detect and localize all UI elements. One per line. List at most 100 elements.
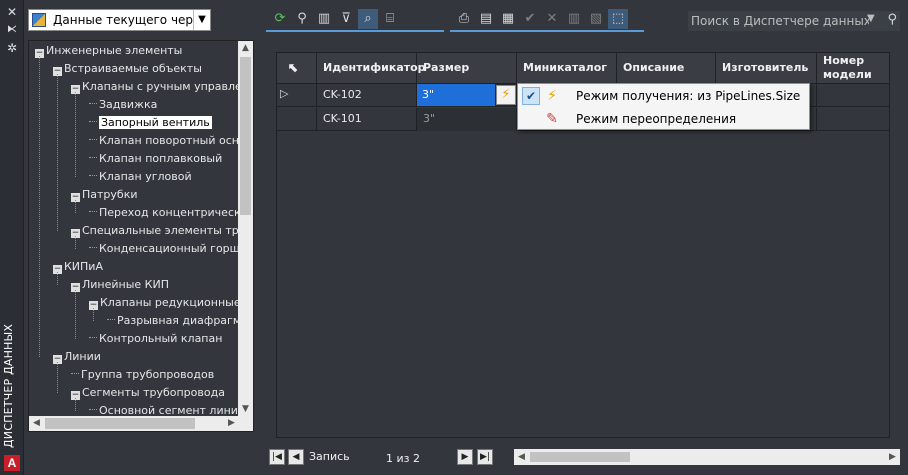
tree-connector xyxy=(89,121,97,122)
tree-item[interactable]: − Линейные КИП xyxy=(71,276,169,294)
column-chooser-icon[interactable]: ▥ xyxy=(314,9,334,29)
accept-all-icon[interactable]: ▥ xyxy=(564,9,584,29)
tree-horizontal-scrollbar[interactable]: ◀ ▶ xyxy=(29,416,239,431)
tree-item[interactable]: − Инженерные элементы xyxy=(35,42,182,60)
tree-item[interactable]: Клапан поплавковый xyxy=(89,150,222,168)
select-all-icon[interactable]: ⬉ xyxy=(277,53,317,84)
search-icon[interactable]: ⌕ xyxy=(358,9,378,29)
tree-item[interactable]: Разрывная диафрагма xyxy=(107,312,239,330)
data-manager-search[interactable]: ▼ ⚲ xyxy=(688,11,900,31)
tree-item[interactable]: − Встраиваемые объекты xyxy=(53,60,202,78)
highlight-icon[interactable]: ⌸ xyxy=(380,9,400,29)
cell-size-editor[interactable]: 3" ⚡ xyxy=(417,84,517,107)
scrollbar-thumb[interactable] xyxy=(45,418,195,429)
tree-connector xyxy=(89,409,97,410)
scroll-down-icon[interactable]: ▼ xyxy=(238,402,253,417)
last-record-button[interactable]: ▶| xyxy=(477,449,493,465)
reject-all-icon[interactable]: ▧ xyxy=(586,9,606,29)
tree-item[interactable]: Задвижка xyxy=(89,96,157,114)
filter-icon[interactable]: ⊽ xyxy=(336,9,356,29)
col-header-model-number[interactable]: Номер модели xyxy=(817,53,889,84)
tree-item-label: Запорный вентиль xyxy=(99,116,212,129)
tree-item[interactable]: − КИПиА xyxy=(53,258,103,276)
col-header-description[interactable]: Описание xyxy=(617,53,716,84)
cell-id[interactable]: CK-101 xyxy=(317,108,417,131)
tree-item[interactable]: −Специальные элементы трубопровода xyxy=(71,222,239,240)
zoom-to-icon[interactable]: ⚲ xyxy=(292,9,312,29)
lightning-icon[interactable]: ⚡ xyxy=(496,85,516,105)
tree-item-label: Встраиваемые объекты xyxy=(64,62,202,75)
import-icon[interactable]: ▦ xyxy=(498,9,518,29)
tree-item[interactable]: − Линии xyxy=(53,348,101,366)
tree-item[interactable]: −Клапаны с ручным управлением xyxy=(71,78,239,96)
tree-item-label: Контрольный клапан xyxy=(99,332,223,345)
tree-connector xyxy=(89,211,97,212)
tree-item[interactable]: Переход концентрический xyxy=(89,204,239,222)
cell-model-number[interactable] xyxy=(817,108,889,131)
cell-model-number[interactable] xyxy=(817,84,889,107)
tree-item[interactable]: Клапан поворотный основной xyxy=(89,132,239,150)
reject-icon[interactable]: ✕ xyxy=(542,9,562,29)
scroll-up-icon[interactable]: ▲ xyxy=(238,41,253,56)
menu-item-retrieve-mode[interactable]: ✔ ⚡ Режим получения: из PipeLines.Size xyxy=(518,85,809,107)
tree-item[interactable]: Запорный вентиль xyxy=(89,114,212,132)
tree-item-label: Разрывная диафрагма xyxy=(117,314,239,327)
accept-icon[interactable]: ✔ xyxy=(520,9,540,29)
tree-vertical-scrollbar[interactable]: ▲ ▼ xyxy=(238,41,253,417)
tree-item[interactable]: Клапан угловой xyxy=(89,168,192,186)
tree-item[interactable]: − Сегменты трубопровода xyxy=(71,384,225,402)
scroll-left-icon[interactable]: ◀ xyxy=(29,416,44,431)
tree-item[interactable]: − Патрубки xyxy=(71,186,138,204)
print-icon[interactable]: ⎙ xyxy=(454,9,474,29)
tree-item-label: КИПиА xyxy=(64,260,103,273)
tree-item[interactable]: Конденсационный горшок xyxy=(89,240,239,258)
tree-item[interactable]: − Клапаны редукционные xyxy=(89,294,239,312)
view-selector-dropdown[interactable]: Данные текущего чертежа ▼ xyxy=(28,9,211,31)
col-header-model-number-label: Номер модели xyxy=(823,54,872,81)
grid-header: ⬉ Идентификатор Размер Миникаталог Описа… xyxy=(277,53,889,84)
tree-item-label: Патрубки xyxy=(82,188,138,201)
chevron-down-icon[interactable]: ▼ xyxy=(193,10,210,30)
col-header-size[interactable]: Размер xyxy=(417,53,517,84)
tree-connector xyxy=(89,247,97,248)
properties-icon[interactable]: ✲ xyxy=(5,41,19,55)
menu-item-label: Режим переопределения xyxy=(576,112,737,126)
tree-connector xyxy=(89,157,97,158)
close-icon[interactable]: ✕ xyxy=(5,5,19,19)
menu-item-override-mode[interactable]: ✎ Режим переопределения xyxy=(518,108,809,130)
record-total: 2 xyxy=(413,452,420,465)
lasso-select-icon[interactable]: ⬚ xyxy=(608,9,628,29)
col-header-id[interactable]: Идентификатор xyxy=(317,53,426,84)
chevron-down-icon[interactable]: ▼ xyxy=(867,13,875,24)
tree-item[interactable]: Контрольный клапан xyxy=(89,330,222,348)
cell-size[interactable]: 3" xyxy=(417,108,517,131)
tree-item-label: Сегменты трубопровода xyxy=(82,386,225,399)
next-record-button[interactable]: ▶ xyxy=(457,449,473,465)
scrollbar-corner xyxy=(238,416,253,431)
auto-hide-icon[interactable]: ⧔ xyxy=(5,23,19,37)
tree-item[interactable]: Группа трубопроводов xyxy=(71,366,214,384)
current-row-icon: ▷ xyxy=(280,87,289,100)
row-header[interactable] xyxy=(277,108,317,131)
tree-connector xyxy=(89,139,97,140)
previous-record-button[interactable]: ◀ xyxy=(288,449,304,465)
refresh-icon[interactable]: ⟳ xyxy=(270,9,290,29)
tree-item[interactable]: Основной сегмент линии xyxy=(89,402,239,417)
row-header[interactable]: ▷ xyxy=(277,84,317,107)
grid-horizontal-scrollbar[interactable]: ◀ ▶ xyxy=(514,449,900,465)
export-icon[interactable]: ▤ xyxy=(476,9,496,29)
cell-id[interactable]: CK-102 xyxy=(317,84,417,107)
tree-guide-line xyxy=(57,362,58,393)
scroll-right-icon[interactable]: ▶ xyxy=(885,449,900,465)
scroll-left-icon[interactable]: ◀ xyxy=(514,449,529,465)
search-icon[interactable]: ⚲ xyxy=(887,12,897,27)
search-input[interactable] xyxy=(689,12,869,30)
scrollbar-thumb[interactable] xyxy=(530,452,630,462)
palette-titlebar: ✕ ⧔ ✲ ДИСПЕТЧЕР ДАННЫХ A xyxy=(0,0,24,475)
scrollbar-thumb[interactable] xyxy=(240,57,251,215)
col-header-minicatalog[interactable]: Миникаталог xyxy=(517,53,617,84)
col-header-manufacturer[interactable]: Изготовитель xyxy=(716,53,817,84)
first-record-button[interactable]: |◀ xyxy=(269,449,285,465)
cell-size-value[interactable]: 3" xyxy=(417,84,495,106)
scroll-right-icon[interactable]: ▶ xyxy=(224,416,239,431)
